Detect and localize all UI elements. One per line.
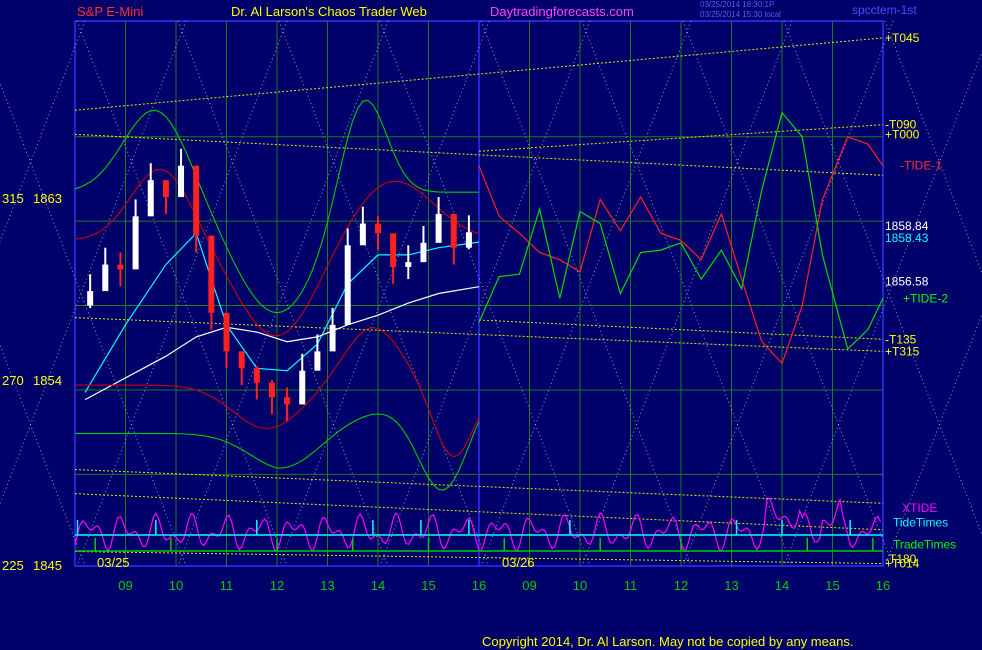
x-tick-label: 13 xyxy=(724,578,738,593)
price-candle xyxy=(193,165,200,236)
x-tick-label: 11 xyxy=(624,578,638,593)
x-tick-label: 12 xyxy=(270,578,284,593)
x-tick-label: 12 xyxy=(674,578,688,593)
right-label: +T014 xyxy=(885,557,920,571)
right-label: +T315 xyxy=(885,344,920,358)
right-label: +TIDE-2 xyxy=(903,291,948,305)
x-tick-label: 15 xyxy=(825,578,839,593)
price-candle xyxy=(420,242,427,263)
price-candle xyxy=(117,264,124,270)
right-label: -TIDE-1 xyxy=(900,159,942,173)
y-price-label: 1863 xyxy=(33,191,62,206)
instrument-name: S&P E-Mini xyxy=(77,4,144,19)
plot-background xyxy=(74,20,884,567)
price-candle xyxy=(329,324,336,352)
price-candle xyxy=(162,180,169,198)
copyright-notice: Copyright 2014, Dr. Al Larson. May not b… xyxy=(482,634,854,649)
price-candle xyxy=(465,232,472,248)
right-label: +T045 xyxy=(885,31,920,45)
price-candle xyxy=(405,262,412,267)
price-candle xyxy=(359,223,366,246)
date-label: 03/25 xyxy=(97,555,130,570)
price-candle xyxy=(208,235,215,313)
x-tick-label: 09 xyxy=(118,578,132,593)
x-tick-label: 13 xyxy=(320,578,334,593)
series-avg-long xyxy=(84,286,480,401)
right-label: +T000 xyxy=(885,127,920,141)
price-candle xyxy=(178,165,185,198)
price-candle xyxy=(344,245,351,325)
price-candle xyxy=(390,233,397,267)
right-label: XTIDE xyxy=(902,501,937,515)
right-label: 1858.43 xyxy=(885,231,929,245)
price-candle xyxy=(87,291,94,306)
y-angle-label: 315 xyxy=(2,191,24,206)
x-tick-label: 10 xyxy=(169,578,183,593)
x-tick-label: 16 xyxy=(472,578,486,593)
y-price-label: 1854 xyxy=(33,373,62,388)
date-label: 03/26 xyxy=(502,555,535,570)
price-candle xyxy=(314,351,321,371)
price-candle xyxy=(299,370,306,405)
file-name: spcctem-1st xyxy=(852,3,917,17)
right-label: TradeTimes xyxy=(893,537,956,551)
price-candle xyxy=(223,312,230,352)
lattice-line xyxy=(0,344,86,567)
lattice-line xyxy=(0,20,86,243)
diamond-lattice xyxy=(0,20,982,567)
x-tick-label: 16 xyxy=(876,578,890,593)
price-candle xyxy=(132,216,139,270)
right-label: 1856.58 xyxy=(885,274,929,288)
x-tick-label: 10 xyxy=(573,578,587,593)
right-label: TideTimes xyxy=(893,516,948,530)
price-candle xyxy=(284,397,291,405)
series-xtide xyxy=(74,497,882,553)
y-price-label: 1845 xyxy=(33,558,62,573)
y-angle-label: 225 xyxy=(2,558,24,573)
timestamp-1: 03/25/2014 18:30:1P xyxy=(700,0,775,9)
price-candle xyxy=(238,351,245,369)
price-candle xyxy=(102,264,109,292)
timestamp-2: 03/25/2014 15:30 local xyxy=(700,10,781,19)
price-candle xyxy=(253,368,260,383)
price-candle xyxy=(268,382,275,398)
x-tick-label: 14 xyxy=(371,578,385,593)
x-tick-label: 14 xyxy=(775,578,789,593)
x-tick-label: 09 xyxy=(522,578,536,593)
x-tick-label: 15 xyxy=(421,578,435,593)
chart-canvas: 09 10 11 12 13 14 15 16 09 10 11 12 13 14 15 16 03/25 03/… xyxy=(0,20,982,593)
y-angle-label: 270 xyxy=(2,373,24,388)
price-candle xyxy=(435,213,442,243)
site-link[interactable]: Daytradingforecasts.com xyxy=(490,4,634,19)
price-candle xyxy=(375,223,381,234)
price-candle xyxy=(450,213,457,248)
chart-title: Dr. Al Larson's Chaos Trader Web xyxy=(231,4,427,19)
x-tick-label: 11 xyxy=(220,578,234,593)
price-candle xyxy=(147,180,154,217)
price-bars xyxy=(87,148,472,422)
